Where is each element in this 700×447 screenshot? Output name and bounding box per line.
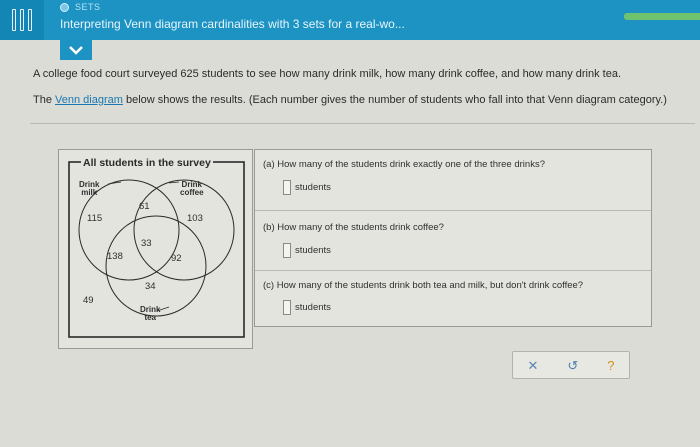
menu-icon — [12, 9, 16, 31]
coffee-set-label: Drink coffee — [180, 181, 204, 197]
topic-dot-icon — [60, 2, 69, 12]
menu-button[interactable] — [0, 0, 44, 40]
help-icon[interactable]: ? — [607, 359, 614, 372]
question-a-answer: students — [283, 180, 331, 195]
milk-set-label: Drink milk — [79, 181, 99, 197]
coffee-tea-only-count: 92 — [171, 253, 182, 264]
coffee-only-count: 103 — [187, 213, 203, 224]
question-c-input[interactable] — [283, 300, 291, 315]
venn-title: All students in the survey — [81, 157, 213, 169]
menu-icon — [20, 9, 24, 31]
question-c-text: (c) How many of the students drink both … — [263, 280, 584, 291]
problem-instruction-prefix: The — [33, 94, 56, 106]
coffee-set-label-line2: coffee — [180, 188, 204, 197]
action-bar: ✕ ↺ ? — [512, 351, 630, 379]
all-three-count: 33 — [141, 238, 152, 249]
progress-bar — [624, 13, 700, 20]
topic-label: SETS — [75, 2, 101, 12]
question-b: (b) How many of the students drink coffe… — [255, 210, 651, 270]
question-b-unit: students — [295, 245, 331, 256]
tea-set-label-line2: tea — [144, 313, 156, 322]
milk-set-label-line2: milk — [81, 188, 98, 197]
outside-count: 49 — [83, 295, 94, 306]
divider — [30, 123, 695, 124]
menu-icon — [28, 9, 32, 31]
question-a-text: (a) How many of the students drink exact… — [263, 159, 545, 170]
question-a-input[interactable] — [283, 180, 291, 195]
question-c-answer: students — [283, 300, 331, 315]
page-title: Interpreting Venn diagram cardinalities … — [60, 17, 405, 31]
problem-instruction: The Venn diagram below shows the results… — [33, 94, 667, 106]
question-b-input[interactable] — [283, 243, 291, 258]
question-a-unit: students — [295, 182, 331, 193]
chevron-down-icon — [69, 45, 83, 55]
venn-panel: All students in the survey Drink milk Dr… — [58, 149, 253, 349]
milk-tea-only-count: 138 — [107, 251, 123, 262]
milk-coffee-only-count: 61 — [139, 201, 150, 212]
milk-only-count: 115 — [87, 213, 103, 224]
venn-diagram-link[interactable]: Venn diagram — [55, 94, 123, 106]
question-a: (a) How many of the students drink exact… — [255, 150, 651, 210]
questions-panel: (a) How many of the students drink exact… — [254, 149, 652, 327]
tea-set-label: Drink tea — [140, 306, 160, 322]
top-bar: SETS Interpreting Venn diagram cardinali… — [0, 0, 700, 40]
question-b-answer: students — [283, 243, 331, 258]
clear-icon[interactable]: ✕ — [527, 359, 538, 372]
question-c-unit: students — [295, 302, 331, 313]
question-b-text: (b) How many of the students drink coffe… — [263, 222, 444, 233]
problem-instruction-suffix: below shows the results. (Each number gi… — [122, 94, 667, 106]
tea-only-count: 34 — [145, 281, 156, 292]
question-c: (c) How many of the students drink both … — [255, 270, 651, 326]
tea-circle — [105, 215, 207, 317]
topic-indicator: SETS — [60, 2, 101, 12]
problem-statement: A college food court surveyed 625 studen… — [33, 68, 622, 80]
collapse-button[interactable] — [60, 40, 92, 60]
undo-icon[interactable]: ↺ — [567, 359, 578, 372]
